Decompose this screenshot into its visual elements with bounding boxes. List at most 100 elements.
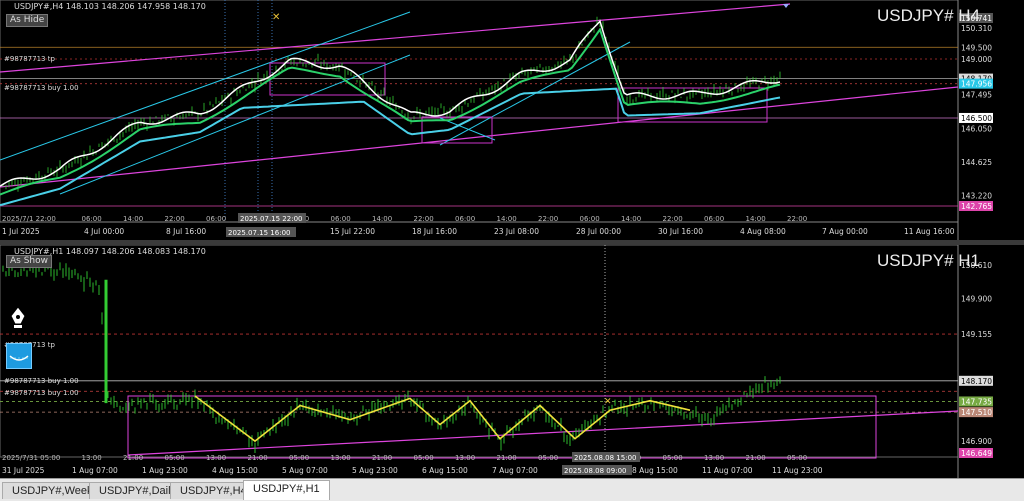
h1-time-label: 11 Aug 23:00: [772, 466, 823, 475]
h1-time-label: 31 Jul 2025: [2, 466, 45, 475]
h4-crosshair-time2: 2025.07.15 16:00: [228, 229, 290, 237]
h1-hour-label: 21:00: [123, 454, 143, 462]
h1-hour-label: 05:00: [414, 454, 434, 462]
h4-price-label: 143.220: [961, 191, 992, 200]
h1-price-label: 146.649: [961, 449, 992, 458]
h1-price-label: 148.170: [961, 377, 992, 386]
h1-order-buy-label: #98787713 buy 1.00: [4, 377, 79, 385]
h4-hour-label: 2025/7/1 22:00: [2, 215, 56, 223]
h4-hour-label: 14:00: [372, 215, 392, 223]
h4-hour-label: 06:00: [455, 215, 475, 223]
h4-time-label: 8 Jul 16:00: [166, 227, 206, 236]
h1-chart-canvas[interactable]: ✕#98787713 tp#98787713 buy 1.00#98787713…: [0, 245, 1024, 478]
h4-order-tp-label: #98787713 tp: [4, 55, 55, 63]
h1-hour-label: 05:00: [538, 454, 558, 462]
h1-time-label: 6 Aug 15:00: [422, 466, 468, 475]
h4-hour-label: 22:00: [165, 215, 185, 223]
h1-time-label: 1 Aug 23:00: [142, 466, 188, 475]
h4-price-label: 142.765: [961, 202, 992, 211]
h1-show-button[interactable]: As Show: [6, 255, 52, 268]
h1-hour-label: 2025/7/31 05:00: [2, 454, 60, 462]
h4-hour-label: 14:00: [621, 215, 641, 223]
h4-price-label: 147.495: [961, 91, 992, 100]
h1-hour-label: 13:00: [82, 454, 102, 462]
h1-hour-label: 05:00: [165, 454, 185, 462]
h1-price-label: 149.900: [961, 295, 992, 304]
h4-time-label: 18 Jul 16:00: [412, 227, 457, 236]
chart-tab-bar: USDJPY#,Weekly USDJPY#,Daily USDJPY#,H4 …: [0, 478, 1024, 501]
h1-hour-label: 05:00: [663, 454, 683, 462]
h4-hour-label: 06:00: [82, 215, 102, 223]
h4-chart-title: USDJPY# H4: [877, 6, 980, 25]
h4-hour-label: 06:00: [331, 215, 351, 223]
h4-hour-label: 14:00: [497, 215, 517, 223]
h1-hour-label: 13:00: [331, 454, 351, 462]
h4-hour-label: 22:00: [414, 215, 434, 223]
h4-chart-pane[interactable]: ✕ #98787713 tp #98787713 buy 1.00 150.741 15…: [0, 0, 1024, 240]
h1-hour-label: 21:00: [497, 454, 517, 462]
h4-time-label: 7 Aug 00:00: [822, 227, 868, 236]
h4-price-info: USDJPY#,H4 148.103 148.206 147.958 148.1…: [14, 2, 206, 11]
indicator-widget-icon[interactable]: [6, 343, 32, 369]
h4-hide-button[interactable]: As Hide: [6, 14, 49, 27]
h4-chart-canvas[interactable]: ✕#98787713 tp#98787713 buy 1.00150.74115…: [0, 0, 1024, 240]
h4-time-label: 4 Aug 08:00: [740, 227, 786, 236]
h4-hour-label: 22:00: [538, 215, 558, 223]
h1-price-label: 147.510: [961, 408, 992, 417]
h1-order-buy-label-2: #98787713 buy 1.00: [4, 389, 79, 397]
h1-hour-label: 21:00: [746, 454, 766, 462]
h4-hour-label: 22:00: [787, 215, 807, 223]
h4-crosshair-time: 2025.07.15 22:00: [240, 215, 302, 223]
h1-crosshair-time: 2025.08.08 15:00: [574, 454, 636, 462]
h1-price-label: 149.155: [961, 330, 992, 339]
h4-lower-trend-line: [0, 86, 959, 188]
h4-hour-label: 14:00: [123, 215, 143, 223]
h1-trend-line: [127, 410, 959, 456]
h4-time-label: 1 Jul 2025: [2, 227, 40, 236]
h4-hour-label: 14:00: [746, 215, 766, 223]
h4-time-label: 23 Jul 08:00: [494, 227, 539, 236]
h4-price-label: 146.050: [961, 125, 992, 134]
h4-shift-marker: [783, 4, 789, 8]
h4-order-buy-label: #98787713 buy 1.00: [4, 84, 79, 92]
h1-chart-title: USDJPY# H1: [877, 251, 980, 270]
h1-chart-pane[interactable]: ✕#98787713 tp#98787713 buy 1.00#98787713…: [0, 245, 1024, 478]
h1-hour-label: 13:00: [704, 454, 724, 462]
h4-hour-label: 06:00: [704, 215, 724, 223]
h4-hour-label: 06:00: [206, 215, 226, 223]
h4-time-label: 30 Jul 16:00: [658, 227, 703, 236]
h1-star-marker: ✕: [604, 397, 612, 407]
h4-ma-green: [0, 27, 781, 196]
h1-time-label: 5 Aug 07:00: [282, 466, 328, 475]
h1-hour-label: 05:00: [787, 454, 807, 462]
h4-hour-label: 22:00: [663, 215, 683, 223]
h4-time-label: 28 Jul 00:00: [576, 227, 621, 236]
h4-price-label: 149.500: [961, 43, 992, 52]
tab-h1[interactable]: USDJPY#,H1: [243, 480, 330, 500]
h1-time-label: 1 Aug 07:00: [72, 466, 118, 475]
h4-ma-white: [0, 19, 781, 187]
h1-price-label: 147.735: [961, 397, 992, 406]
h4-ma-cyan: [0, 87, 781, 207]
h1-time-label: 11 Aug 07:00: [702, 466, 753, 475]
h1-hour-label: 21:00: [248, 454, 268, 462]
h1-time-label: 4 Aug 15:00: [212, 466, 258, 475]
h1-price-label: 146.900: [961, 437, 992, 446]
h4-price-label: 149.000: [961, 55, 992, 64]
h4-star-marker: ✕: [272, 12, 280, 23]
h1-time-label: 7 Aug 07:00: [492, 466, 538, 475]
h1-time-label: 5 Aug 23:00: [352, 466, 398, 475]
h4-time-label: 15 Jul 22:00: [330, 227, 375, 236]
h4-price-label: 144.625: [961, 158, 992, 167]
h4-hour-label: 06:00: [580, 215, 600, 223]
h1-time-label: 8 Aug 15:00: [632, 466, 678, 475]
h1-crosshair-time2: 2025.08.08 09:00: [564, 467, 626, 475]
h4-plot-frame: [0, 0, 959, 223]
h1-plot-frame: [0, 245, 959, 458]
h4-upper-trend-line: [0, 3, 791, 73]
h1-hour-label: 05:00: [289, 454, 309, 462]
h4-price-label: 147.956: [961, 80, 992, 89]
h1-zigzag-line: [194, 395, 691, 443]
h4-price-label: 146.500: [961, 114, 992, 123]
h1-hour-label: 13:00: [206, 454, 226, 462]
